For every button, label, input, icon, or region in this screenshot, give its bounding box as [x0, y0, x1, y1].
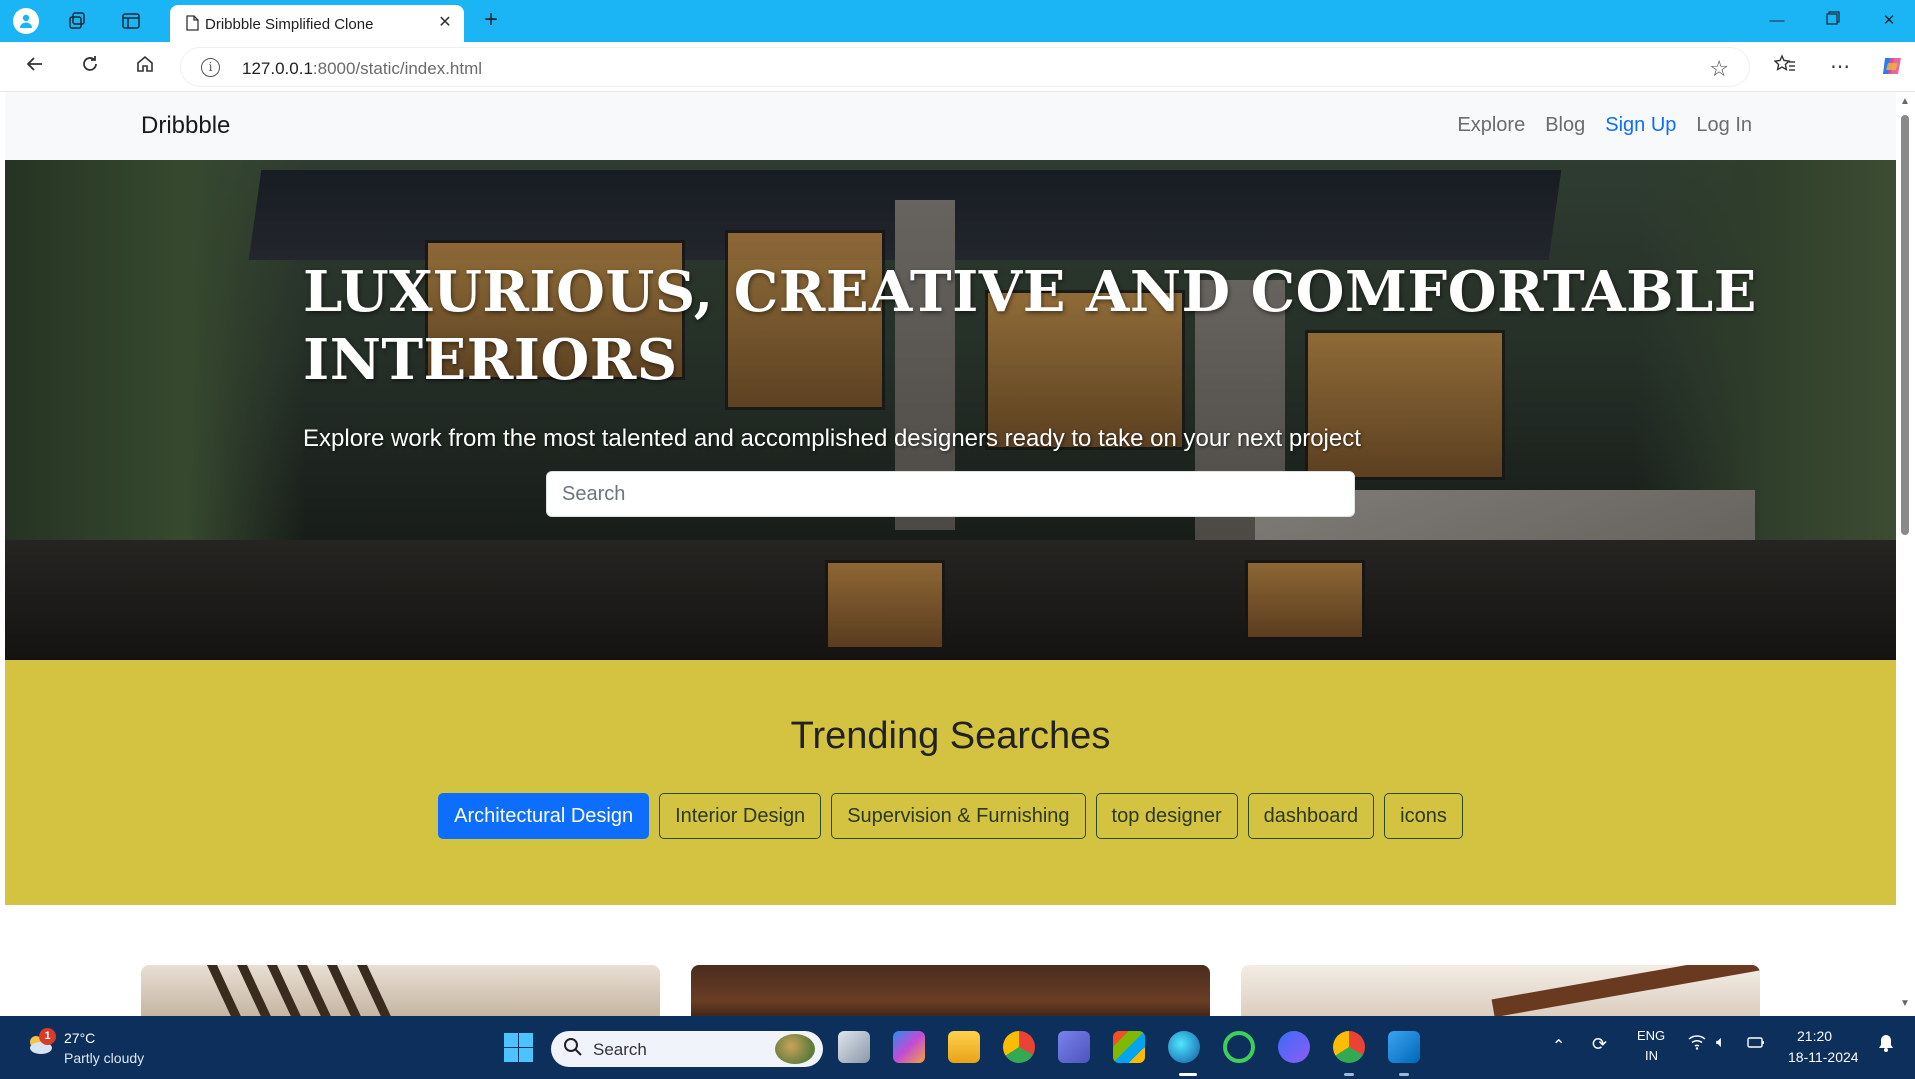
- favorite-star-icon[interactable]: ☆: [1709, 56, 1729, 82]
- vscode-running-indicator: [1399, 1073, 1409, 1076]
- copilot-app-icon[interactable]: [893, 1031, 925, 1063]
- site-info-icon[interactable]: i: [201, 58, 220, 77]
- chip-icons[interactable]: icons: [1384, 793, 1463, 839]
- tab-title: Dribbble Simplified Clone: [205, 16, 374, 33]
- clock-time[interactable]: 21:20: [1797, 1028, 1832, 1044]
- tab-active[interactable]: Dribbble Simplified Clone ✕: [170, 5, 464, 42]
- language-bottom[interactable]: IN: [1645, 1048, 1658, 1063]
- edge-icon[interactable]: [1168, 1031, 1200, 1063]
- close-tab-icon[interactable]: ✕: [436, 14, 454, 32]
- chip-dashboard[interactable]: dashboard: [1247, 793, 1375, 839]
- chrome-running-indicator: [1344, 1073, 1354, 1076]
- nav-log-in[interactable]: Log In: [1696, 114, 1752, 137]
- more-options-icon[interactable]: ⋯: [1827, 54, 1853, 80]
- sync-app-icon[interactable]: [1223, 1031, 1255, 1063]
- search-highlight-icon: [775, 1034, 815, 1064]
- language-top[interactable]: ENG: [1637, 1028, 1665, 1043]
- site-navbar: Dribbble Explore Blog Sign Up Log In: [5, 92, 1896, 160]
- chip-supervision-furnishing[interactable]: Supervision & Furnishing: [831, 793, 1086, 839]
- chip-architectural-design[interactable]: Architectural Design: [438, 793, 650, 839]
- url-field[interactable]: i 127.0.0.1:8000/static/index.html ☆: [180, 47, 1750, 87]
- microsoft-store-icon[interactable]: [1113, 1031, 1145, 1063]
- scroll-down-icon[interactable]: ▼: [1899, 998, 1911, 1009]
- windows-start-icon[interactable]: [502, 1031, 534, 1063]
- task-view-icon[interactable]: [838, 1031, 870, 1063]
- page-viewport: Dribbble Explore Blog Sign Up Log In LUX…: [5, 92, 1896, 1016]
- restore-icon[interactable]: [1820, 8, 1846, 34]
- brand-logo[interactable]: Dribbble: [141, 112, 230, 140]
- search-icon: [563, 1037, 583, 1063]
- nav-sign-up[interactable]: Sign Up: [1605, 114, 1676, 137]
- chrome-profile-icon[interactable]: [1333, 1031, 1365, 1063]
- page-icon: [186, 15, 199, 36]
- weather-temperature[interactable]: 27°C: [64, 1030, 95, 1046]
- favorites-icon[interactable]: [1772, 54, 1798, 80]
- nav-links: Explore Blog Sign Up Log In: [1457, 114, 1752, 137]
- hero-subtitle: Explore work from the most talented and …: [303, 425, 1361, 452]
- copilot-icon[interactable]: [1879, 54, 1905, 80]
- vpn-app-icon[interactable]: [1278, 1031, 1310, 1063]
- address-bar: i 127.0.0.1:8000/static/index.html ☆ ⋯: [0, 42, 1915, 92]
- clock-date[interactable]: 18-11-2024: [1788, 1049, 1859, 1065]
- taskbar-search[interactable]: Search: [551, 1031, 823, 1067]
- gallery-card-2[interactable]: [691, 965, 1210, 1016]
- teams-icon[interactable]: [1058, 1031, 1090, 1063]
- hero-search-input[interactable]: Search: [546, 471, 1355, 517]
- new-tab-icon[interactable]: +: [478, 8, 504, 34]
- close-window-icon[interactable]: ✕: [1876, 8, 1902, 34]
- scroll-thumb[interactable]: [1901, 115, 1909, 535]
- volume-icon[interactable]: 🔈︎: [1716, 1034, 1726, 1052]
- chip-top-designer[interactable]: top designer: [1095, 793, 1238, 839]
- chip-interior-design[interactable]: Interior Design: [659, 793, 822, 839]
- nav-blog[interactable]: Blog: [1545, 114, 1585, 137]
- sync-tray-icon[interactable]: ⟳: [1592, 1034, 1607, 1055]
- reload-icon[interactable]: [77, 54, 103, 80]
- weather-badge: 1: [39, 1028, 56, 1045]
- workspaces-icon[interactable]: [64, 8, 90, 34]
- show-hidden-icons[interactable]: ⌃: [1552, 1036, 1565, 1056]
- profile-icon[interactable]: [13, 8, 39, 34]
- taskbar-search-label: Search: [593, 1040, 647, 1059]
- hero-banner: LUXURIOUS, CREATIVE AND COMFORTABLE INTE…: [5, 160, 1896, 660]
- url-text: 127.0.0.1:8000/static/index.html: [242, 59, 483, 78]
- home-icon[interactable]: [132, 54, 158, 80]
- browser-tab-bar: Dribbble Simplified Clone ✕ + — ✕: [0, 0, 1915, 42]
- vscode-icon[interactable]: [1388, 1031, 1420, 1063]
- trending-heading: Trending Searches: [790, 715, 1111, 757]
- scroll-up-icon[interactable]: ▲: [1899, 96, 1911, 107]
- back-icon[interactable]: [22, 54, 48, 80]
- gallery-section: [5, 905, 1896, 1016]
- minimize-icon[interactable]: —: [1764, 8, 1790, 34]
- page-scrollbar[interactable]: ▲ ▼: [1896, 92, 1915, 1016]
- chrome-icon[interactable]: [1003, 1031, 1035, 1063]
- windows-taskbar: 1 27°C Partly cloudy Search ⌃ ⟳ ENG IN 🔈…: [0, 1016, 1915, 1079]
- wifi-icon[interactable]: [1688, 1034, 1706, 1055]
- edge-active-indicator: [1179, 1073, 1197, 1076]
- gallery-card-3[interactable]: [1241, 965, 1760, 1016]
- battery-icon[interactable]: [1746, 1034, 1766, 1055]
- file-explorer-icon[interactable]: [948, 1031, 980, 1063]
- notification-bell-icon[interactable]: [1878, 1034, 1894, 1057]
- vertical-tabs-icon[interactable]: [118, 8, 144, 34]
- trending-section: Trending Searches Architectural Design I…: [5, 660, 1896, 905]
- trending-chips: Architectural Design Interior Design Sup…: [5, 793, 1896, 839]
- gallery-card-1[interactable]: [141, 965, 660, 1016]
- nav-explore[interactable]: Explore: [1457, 114, 1525, 137]
- weather-condition[interactable]: Partly cloudy: [64, 1050, 144, 1066]
- hero-title: LUXURIOUS, CREATIVE AND COMFORTABLE INTE…: [303, 259, 1757, 393]
